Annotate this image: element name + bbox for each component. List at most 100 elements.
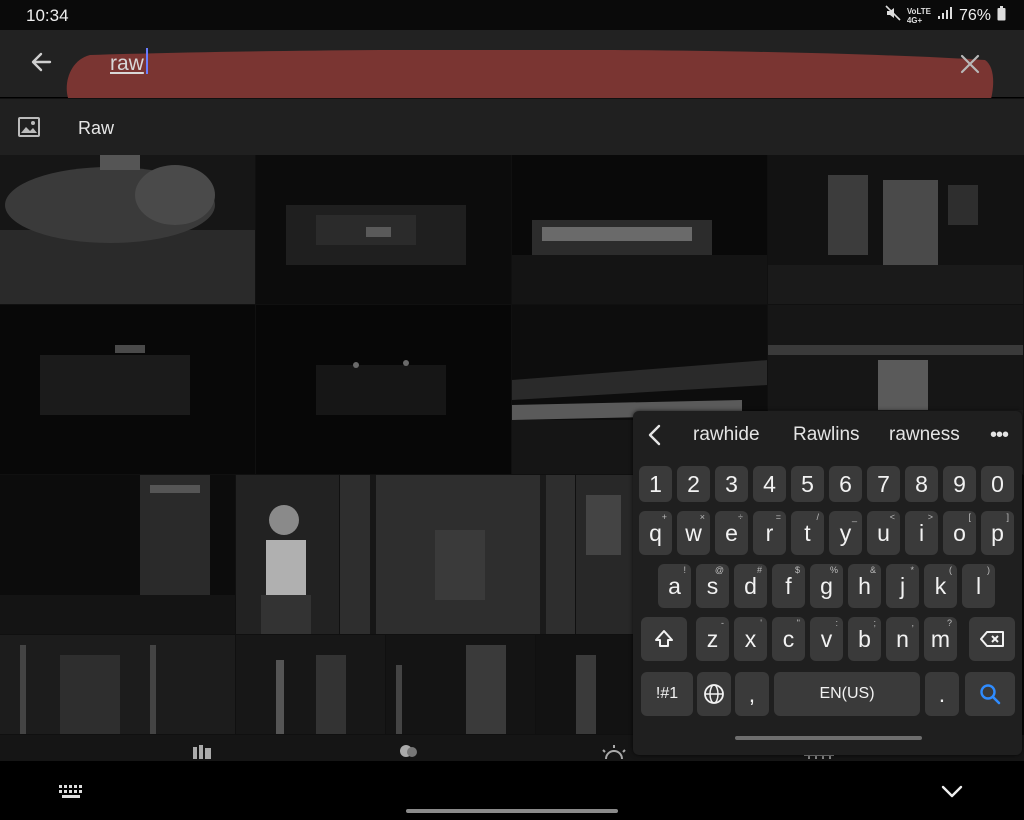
photo-tile[interactable] (536, 635, 636, 735)
keyboard-drag-handle[interactable] (735, 736, 922, 740)
key-6[interactable]: 6 (829, 466, 862, 502)
key-t[interactable]: t / (791, 511, 824, 555)
key-b-secondary: ; (873, 618, 876, 628)
key-h[interactable]: h & (848, 564, 881, 608)
photo-tile[interactable] (0, 155, 256, 305)
more-options-icon[interactable]: ••• (990, 424, 1009, 447)
key-r-secondary: = (775, 512, 781, 522)
key-7[interactable]: 7 (867, 466, 900, 502)
status-time: 10:34 (26, 6, 69, 25)
key-c[interactable]: c " (772, 617, 805, 661)
key-z-secondary: - (721, 618, 724, 628)
key-v-secondary: : (835, 618, 838, 628)
key-u[interactable]: u < (867, 511, 900, 555)
search-input[interactable]: raw (110, 52, 144, 76)
home-indicator[interactable] (406, 809, 618, 813)
space-bar[interactable]: EN(US) (774, 672, 920, 716)
backspace-icon (980, 631, 1004, 647)
key-1[interactable]: 1 (639, 466, 672, 502)
key-l[interactable]: l) (962, 564, 995, 608)
key-j[interactable]: j * (886, 564, 919, 608)
photo-tile[interactable] (236, 635, 386, 735)
key-a[interactable]: a! (658, 564, 691, 608)
status-bar: 10:34 VoLTE 4G+ 76% (0, 0, 1024, 30)
hide-keyboard-icon[interactable] (940, 783, 964, 804)
shift-key[interactable] (641, 617, 687, 661)
search-suggestion[interactable]: Raw (0, 98, 1024, 156)
keyboard-toggle-icon[interactable] (58, 784, 84, 805)
key-w[interactable]: w × (677, 511, 710, 555)
floating-keyboard: rawhide Rawlins rawness ••• 1 2 3 4 5 6 7 8 9 0 q +… (633, 411, 1022, 755)
photo-tile[interactable] (512, 155, 768, 305)
key-i[interactable]: i > (905, 511, 938, 555)
backspace-key[interactable] (969, 617, 1015, 661)
photo-tile[interactable] (386, 635, 536, 735)
photo-tile[interactable] (576, 475, 636, 635)
key-p[interactable]: p] (981, 511, 1014, 555)
photo-tile[interactable] (0, 475, 236, 635)
language-key[interactable] (697, 672, 731, 716)
key-a-label: a (668, 572, 681, 599)
key-x[interactable]: x ' (734, 617, 767, 661)
key-l-label: l (975, 572, 982, 599)
key-8[interactable]: 8 (905, 466, 938, 502)
key-h-label: h (858, 572, 871, 599)
comma-key[interactable]: , (735, 672, 769, 716)
key-r[interactable]: r = (753, 511, 786, 555)
key-d[interactable]: d # (734, 564, 767, 608)
photo-tile[interactable] (256, 305, 512, 475)
key-2[interactable]: 2 (677, 466, 710, 502)
key-9-label: 9 (953, 470, 966, 497)
prediction-1[interactable]: rawhide (693, 424, 760, 446)
key-0-label: 0 (991, 470, 1004, 497)
period-key-label: . (938, 680, 946, 707)
search-key[interactable] (965, 672, 1015, 716)
key-3-label: 3 (725, 470, 738, 497)
key-3[interactable]: 3 (715, 466, 748, 502)
chevron-left-icon[interactable] (647, 423, 663, 452)
photo-tile[interactable] (340, 475, 576, 635)
comma-key-label: , (748, 680, 756, 707)
key-e[interactable]: e ÷ (715, 511, 748, 555)
symbols-key[interactable]: !#1 (641, 672, 693, 716)
key-g[interactable]: g% (810, 564, 843, 608)
photo-tile[interactable] (0, 635, 236, 735)
key-o-label: o (953, 519, 966, 546)
photo-tile[interactable] (236, 475, 340, 635)
key-6-label: 6 (839, 470, 852, 497)
key-d-secondary: # (756, 565, 762, 575)
network-badge-4g: 4G+ (906, 15, 923, 25)
photo-tile[interactable] (0, 305, 256, 475)
back-arrow-icon[interactable] (28, 48, 56, 76)
key-w-label: w (685, 519, 702, 546)
key-k[interactable]: k( (924, 564, 957, 608)
key-b[interactable]: b; (848, 617, 881, 661)
symbols-key-label: !#1 (655, 685, 679, 702)
key-q[interactable]: q + (639, 511, 672, 555)
key-n[interactable]: n, (886, 617, 919, 661)
key-f-secondary: $ (794, 565, 800, 575)
key-y[interactable]: y _ (829, 511, 862, 555)
key-f[interactable]: f $ (772, 564, 805, 608)
period-key[interactable]: . (925, 672, 959, 716)
key-m[interactable]: m? (924, 617, 957, 661)
key-v[interactable]: v: (810, 617, 843, 661)
key-9[interactable]: 9 (943, 466, 976, 502)
photo-tile[interactable] (768, 155, 1024, 305)
key-r-label: r (765, 519, 774, 546)
prediction-2[interactable]: Rawlins (793, 424, 860, 446)
photo-tile[interactable] (256, 155, 512, 305)
key-5[interactable]: 5 (791, 466, 824, 502)
key-4[interactable]: 4 (753, 466, 786, 502)
key-n-label: n (896, 625, 909, 652)
key-j-label: j (899, 572, 906, 599)
key-q-secondary: + (661, 512, 667, 522)
key-0[interactable]: 0 (981, 466, 1014, 502)
key-s[interactable]: s @ (696, 564, 729, 608)
key-v-label: v (820, 625, 833, 652)
clear-search-icon[interactable] (958, 52, 982, 76)
prediction-3[interactable]: rawness (889, 424, 960, 446)
battery-icon (997, 5, 1006, 26)
key-z[interactable]: z- (696, 617, 729, 661)
key-o[interactable]: o[ (943, 511, 976, 555)
